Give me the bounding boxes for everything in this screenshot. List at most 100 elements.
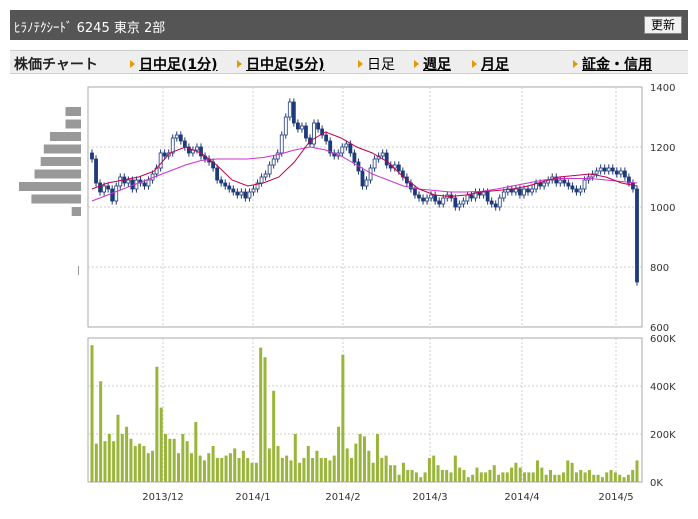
candle-body: [574, 188, 579, 193]
volume-bar: [328, 460, 332, 482]
volume-bar: [618, 474, 622, 482]
volume-bar: [401, 462, 405, 482]
volume-bar: [298, 462, 302, 482]
volume-bar: [138, 443, 142, 482]
volume-profile-bar: [65, 119, 81, 129]
x-tick-label: 2014/1: [235, 492, 270, 503]
volume-bar: [367, 450, 371, 482]
price-tick-label: 600: [650, 323, 669, 334]
volume-profile-bar: [50, 132, 81, 141]
volume-bar: [306, 446, 310, 482]
volume-bar: [510, 467, 514, 482]
volume-bar: [267, 448, 271, 482]
volume-bar: [99, 381, 103, 482]
candle-body: [485, 191, 490, 202]
volume-bar: [436, 465, 440, 482]
volume-bar: [189, 453, 193, 482]
candle-body: [421, 197, 425, 202]
volume-bar: [557, 474, 561, 482]
volume-bar: [319, 458, 323, 482]
volume-bar: [592, 474, 596, 482]
candle-body: [170, 137, 175, 154]
volume-bar: [553, 474, 557, 482]
x-tick-label: 2014/5: [598, 492, 633, 503]
volume-bar: [289, 460, 293, 482]
candle-body: [195, 146, 199, 151]
volume-bar: [600, 477, 604, 482]
volume-bar: [449, 472, 453, 482]
volume-bar: [635, 460, 639, 482]
volume-bar: [561, 472, 565, 482]
volume-bar: [354, 443, 358, 482]
candle-body: [437, 200, 442, 205]
volume-bar: [215, 458, 219, 482]
volume-bar: [492, 465, 496, 482]
volume-bar: [574, 472, 578, 482]
volume-bar: [579, 470, 583, 482]
volume-bar: [484, 472, 488, 482]
volume-bar: [375, 434, 379, 482]
volume-bar: [440, 470, 444, 482]
candle-body: [530, 188, 534, 193]
volume-bar: [211, 446, 215, 482]
volume-bar: [94, 443, 98, 482]
volume-bar: [164, 434, 168, 482]
candle-body: [429, 194, 434, 199]
x-tick-label: 2013/12: [142, 492, 184, 503]
volume-bar: [514, 462, 518, 482]
volume-bar: [280, 458, 284, 482]
price-tick-label: 1200: [650, 143, 675, 154]
candle-body: [275, 152, 280, 160]
volume-bar: [125, 426, 129, 482]
candle-body: [594, 170, 599, 175]
volume-bar: [540, 467, 544, 482]
candle-body: [396, 164, 401, 172]
volume-bar: [194, 422, 198, 482]
volume-bar: [587, 470, 591, 482]
candle-body: [259, 176, 264, 184]
candle-body: [114, 185, 119, 202]
candle-body: [618, 170, 623, 175]
volume-bar: [237, 458, 241, 482]
candle-body: [417, 194, 421, 199]
candle-body: [312, 122, 316, 145]
volume-profile-bar: [43, 144, 81, 154]
volume-bar: [626, 474, 630, 482]
volume-bar: [202, 460, 206, 482]
volume-bar: [475, 467, 479, 482]
candle-body: [110, 188, 115, 202]
volume-bar: [159, 407, 163, 482]
candle-body: [566, 182, 571, 187]
candle-body: [267, 164, 272, 175]
volume-bar: [90, 345, 94, 482]
volume-bar: [523, 472, 527, 482]
candle-body: [219, 179, 224, 184]
candle-body: [279, 134, 284, 154]
candle-body: [174, 134, 179, 139]
price-tick-label: 1000: [650, 203, 675, 214]
candle-body: [271, 158, 276, 166]
volume-bar: [276, 446, 280, 482]
stock-chart: 1400 1200 1000 800 600600K 400K 200K 0K 2013/12 2…: [19, 83, 676, 503]
candle-body: [90, 152, 94, 160]
volume-bar: [536, 460, 540, 482]
volume-bar: [570, 462, 574, 482]
volume-bar: [220, 458, 224, 482]
candle-body: [364, 179, 369, 187]
volume-bar: [497, 474, 501, 482]
candle-body: [606, 167, 611, 172]
volume-bar: [466, 477, 470, 482]
candle-body: [158, 152, 163, 169]
candle-body: [489, 200, 494, 205]
volume-bar: [363, 436, 366, 482]
candle-body: [215, 167, 220, 181]
candle-body: [235, 191, 240, 196]
candle-body: [118, 176, 123, 187]
volume-bar: [315, 450, 319, 482]
candle-body: [102, 185, 107, 193]
volume-bar: [302, 458, 306, 482]
volume-bar: [479, 472, 483, 482]
candle-body: [465, 194, 470, 202]
volume-bar: [198, 455, 202, 482]
volume-bar: [384, 455, 388, 482]
